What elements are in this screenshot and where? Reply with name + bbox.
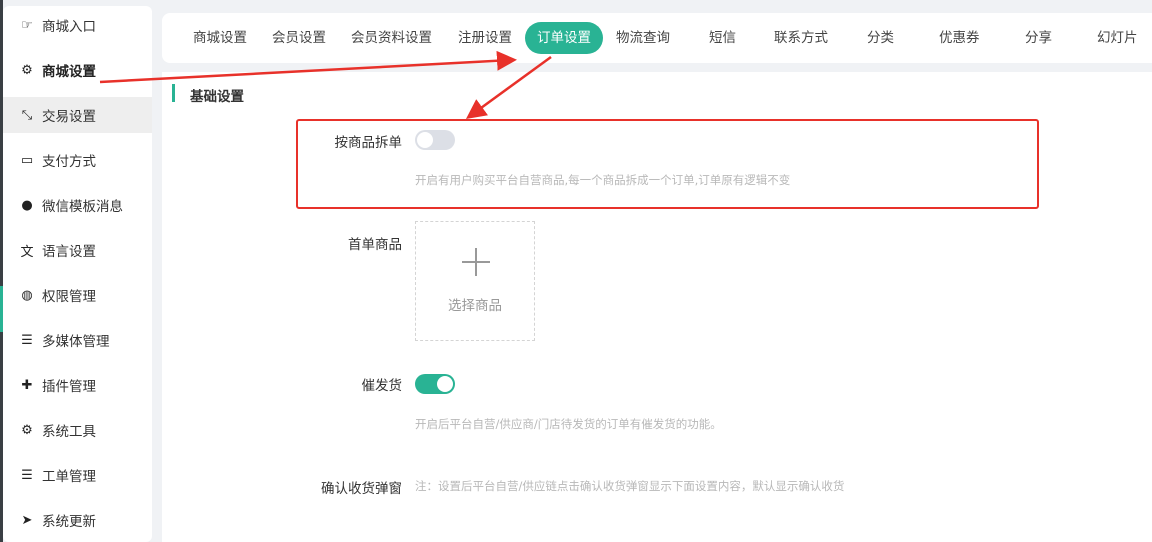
switch-knob: [437, 376, 453, 392]
sidebar-item-label: 语言设置: [42, 244, 96, 260]
tab-category[interactable]: 分类: [867, 22, 894, 54]
sidebar-item-label: 系统工具: [42, 424, 96, 440]
sidebar-item-plugins[interactable]: ✚ 插件管理: [3, 367, 152, 403]
sidebar-item-label: 微信模板消息: [42, 199, 123, 215]
confirm-receipt-popup-label: 确认收货弹窗: [321, 481, 402, 497]
sidebar-item-system-update[interactable]: ➤ 系统更新: [3, 502, 152, 538]
sidebar-item-label: 商城入口: [42, 19, 96, 35]
list-icon: ☰: [21, 332, 33, 348]
tab-share[interactable]: 分享: [1025, 22, 1052, 54]
select-product-label: 选择商品: [448, 298, 502, 314]
sidebar-item-permissions[interactable]: ◍ 权限管理: [3, 277, 152, 313]
list-icon: ☰: [21, 467, 33, 483]
first-order-product-label: 首单商品: [348, 237, 402, 253]
paper-plane-icon: ➤: [21, 512, 33, 528]
gear-icon: ⚙: [21, 422, 33, 438]
tab-member-profile-settings[interactable]: 会员资料设置: [351, 22, 432, 54]
section-accent-bar: [172, 84, 175, 102]
sidebar-item-label: 系统更新: [42, 514, 96, 530]
sidebar-item-media[interactable]: ☰ 多媒体管理: [3, 322, 152, 358]
split-by-product-hint: 开启有用户购买平台自营商品,每一个商品拆成一个订单,订单原有逻辑不变: [415, 173, 791, 187]
split-by-product-switch[interactable]: [415, 130, 455, 150]
credit-card-icon: ▭: [20, 152, 34, 168]
tab-coupons[interactable]: 优惠券: [939, 22, 980, 54]
sidebar: ☞ 商城入口 ⚙ 商城设置 ⤡ 交易设置 ▭ 支付方式 ● 微信模板消息 文 语…: [3, 6, 152, 542]
settings-panel: 基础设置 按商品拆单 开启有用户购买平台自营商品,每一个商品拆成一个订单,订单原…: [162, 72, 1152, 542]
puzzle-icon: ✚: [21, 377, 33, 393]
switch-knob: [417, 132, 433, 148]
tab-order-settings[interactable]: 订单设置: [525, 22, 603, 54]
plus-icon: [462, 248, 490, 276]
urge-shipment-hint: 开启后平台自营/供应商/门店待发货的订单有催发货的功能。: [415, 417, 722, 431]
sidebar-item-language-settings[interactable]: 文 语言设置: [3, 232, 152, 268]
tab-contact[interactable]: 联系方式: [774, 22, 828, 54]
sidebar-item-mall-settings[interactable]: ⚙ 商城设置: [3, 52, 152, 88]
tab-slideshow[interactable]: 幻灯片: [1097, 22, 1138, 54]
sidebar-item-label: 插件管理: [42, 379, 96, 395]
sidebar-item-label: 交易设置: [42, 109, 96, 125]
sidebar-item-tickets[interactable]: ☰ 工单管理: [3, 457, 152, 493]
sidebar-item-label: 多媒体管理: [42, 334, 110, 350]
sidebar-item-label: 支付方式: [42, 154, 96, 170]
wechat-icon: ●: [21, 197, 33, 213]
sidebar-item-label: 商城设置: [42, 64, 96, 80]
hand-pointer-icon: ☞: [21, 17, 33, 33]
tab-registration-settings[interactable]: 注册设置: [458, 22, 512, 54]
sidebar-item-label: 工单管理: [42, 469, 96, 485]
language-icon: 文: [20, 244, 34, 260]
gamepad-icon: ◍: [21, 287, 33, 303]
urge-shipment-label: 催发货: [361, 378, 403, 394]
sidebar-item-mall-entry[interactable]: ☞ 商城入口: [3, 7, 152, 43]
urge-shipment-switch[interactable]: [415, 374, 455, 394]
tab-member-settings[interactable]: 会员设置: [272, 22, 326, 54]
tab-logistics-query[interactable]: 物流查询: [616, 22, 670, 54]
section-title: 基础设置: [190, 89, 244, 105]
sidebar-item-system-tools[interactable]: ⚙ 系统工具: [3, 412, 152, 448]
confirm-receipt-popup-hint: 注：设置后平台自营/供应链点击确认收货弹窗显示下面设置内容，默认显示确认收货: [415, 479, 845, 493]
settings-tab-bar: 商城设置 会员设置 会员资料设置 注册设置 订单设置 物流查询 短信 联系方式 …: [162, 13, 1152, 63]
tab-mall-settings[interactable]: 商城设置: [193, 22, 247, 54]
split-by-product-label: 按商品拆单: [334, 135, 403, 151]
sidebar-item-payment-methods[interactable]: ▭ 支付方式: [3, 142, 152, 178]
arrows-compress-icon: ⤡: [21, 107, 33, 123]
gear-icon: ⚙: [21, 62, 33, 78]
sidebar-item-trade-settings[interactable]: ⤡ 交易设置: [3, 97, 152, 133]
sidebar-item-label: 权限管理: [42, 289, 96, 305]
tab-sms[interactable]: 短信: [709, 22, 736, 54]
sidebar-item-wechat-templates[interactable]: ● 微信模板消息: [3, 187, 152, 223]
select-product-button[interactable]: 选择商品: [415, 221, 535, 341]
